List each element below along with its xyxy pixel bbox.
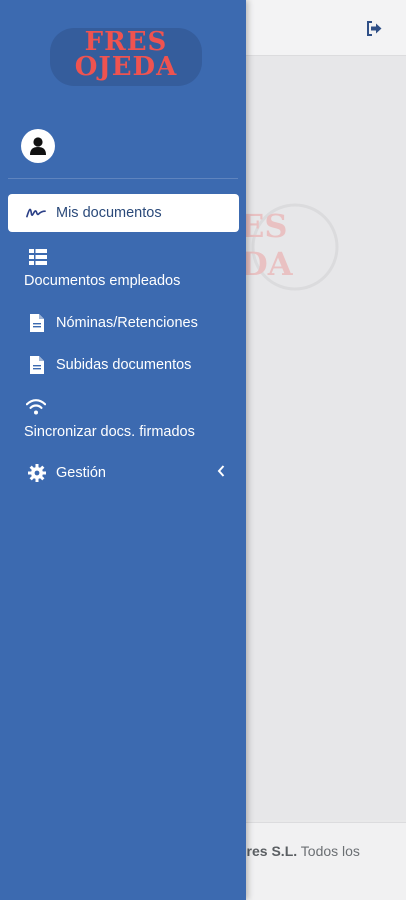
nav-item-subidas-documentos[interactable]: Subidas documentos (8, 350, 239, 380)
nav-item-documentos-empleados[interactable]: Documentos empleados (8, 244, 239, 292)
user-icon (30, 137, 46, 155)
navigation-drawer: FRES OJEDA Mis documentos Documentos emp… (0, 0, 246, 900)
document-icon (27, 313, 47, 333)
document-icon (27, 355, 47, 375)
wifi-icon (26, 397, 46, 417)
svg-text:ES: ES (240, 207, 288, 245)
nav-item-nominas-retenciones[interactable]: Nóminas/Retenciones (8, 308, 239, 338)
brand-logo: FRES OJEDA (50, 28, 202, 86)
footer-rights: Todos los (300, 843, 360, 859)
nav-label-gestion: Gestión (56, 465, 106, 481)
footer-copyright: ores S.L. Todos los (238, 843, 360, 859)
svg-text:DA: DA (240, 245, 294, 283)
chevron-left-icon (217, 465, 225, 481)
nav-label-mis-documentos: Mis documentos (56, 205, 162, 221)
brand-logo-text: FRES OJEDA (50, 29, 202, 82)
footer-company: ores S.L. (238, 843, 298, 859)
nav-item-sincronizar-docs[interactable]: Sincronizar docs. firmados (8, 394, 239, 444)
nav-item-gestion[interactable]: Gestión (8, 458, 239, 488)
brand-line-2: OJEDA (74, 52, 178, 82)
logout-button[interactable] (364, 18, 384, 38)
nav-label-subidas-documentos: Subidas documentos (56, 357, 192, 373)
signature-icon (26, 203, 46, 223)
app-screen: ES DA ores S.L. Todos los FRES OJEDA Mis… (0, 0, 406, 900)
table-icon (28, 247, 48, 267)
logout-icon (366, 20, 381, 36)
gear-icon (27, 463, 47, 483)
nav-label-documentos-empleados: Documentos empleados (24, 273, 181, 289)
nav-label-sincronizar-docs: Sincronizar docs. firmados (24, 424, 195, 440)
nav-item-mis-documentos[interactable]: Mis documentos (8, 194, 239, 232)
nav-label-nominas-retenciones: Nóminas/Retenciones (56, 315, 198, 331)
drawer-divider (8, 178, 238, 179)
user-avatar[interactable] (21, 129, 55, 163)
